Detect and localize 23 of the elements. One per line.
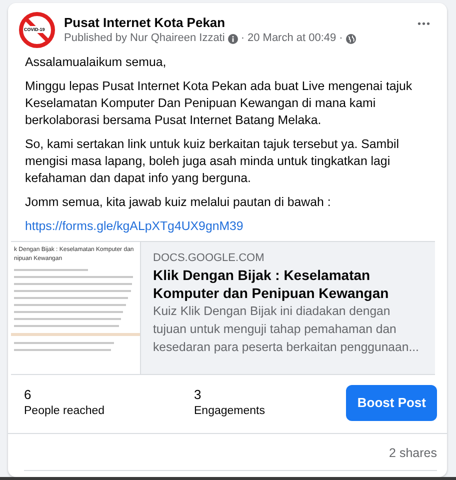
stat-value: 6 (24, 386, 32, 403)
info-icon[interactable] (228, 34, 238, 44)
post-paragraph: Assalamualaikum semua, (25, 54, 168, 71)
post-paragraph: Minggu lepas Pusat Internet Kota Pekan ada buat Live mengenai tajuk Keselamatan Komputer Dan Penipuan Kewangan di mana kami berkolaborasi bersama Pusat Internet Batang Melaka. (25, 78, 414, 129)
link[interactable]: https://forms.gle/kgALpXTg4UX9gnM39 (25, 218, 244, 235)
preview-title: Klik Dengan Bijak : Keselamatan Komputer dan Penipuan Kewangan (153, 266, 390, 302)
no-virus-icon (18, 11, 56, 49)
more-options-button[interactable]: ••• (417, 11, 431, 32)
separator: · (339, 31, 343, 46)
stat-label: Engagements (194, 404, 265, 419)
publisher-text: Published by Nur Qhaireen Izzati (64, 31, 225, 46)
preview-description: Kuiz Klik Dengan Bijak ini diadakan dengan tujuan untuk menguji tahap pemahaman dan kesedaran para peserta berkaitan penggunaan... (153, 303, 420, 356)
link-preview[interactable] (11, 241, 435, 375)
separator: · (240, 31, 244, 46)
post-paragraph: Jomm semua, kita jawab kuiz melalui pautan di bawah : (25, 194, 332, 211)
post-time[interactable]: 20 March at 00:49 (247, 31, 336, 46)
page-name[interactable]: Pusat Internet Kota Pekan (64, 14, 356, 31)
post-paragraph: So, kami sertakan link untuk kuiz berkaitan tajuk tersebut ya. Sambil mengisi masa lapang, boleh juga asah minda untuk tingkatkan lagi kefahaman dan dapat info yang berguna. (25, 136, 400, 187)
stat-label: People reached (24, 404, 106, 419)
shares-count[interactable]: 2 shares (389, 446, 437, 460)
boost-post-button[interactable]: Boost Post (346, 385, 437, 420)
preview-domain: DOCS.GOOGLE.COM (153, 251, 266, 266)
stat-value: 3 (194, 386, 202, 403)
